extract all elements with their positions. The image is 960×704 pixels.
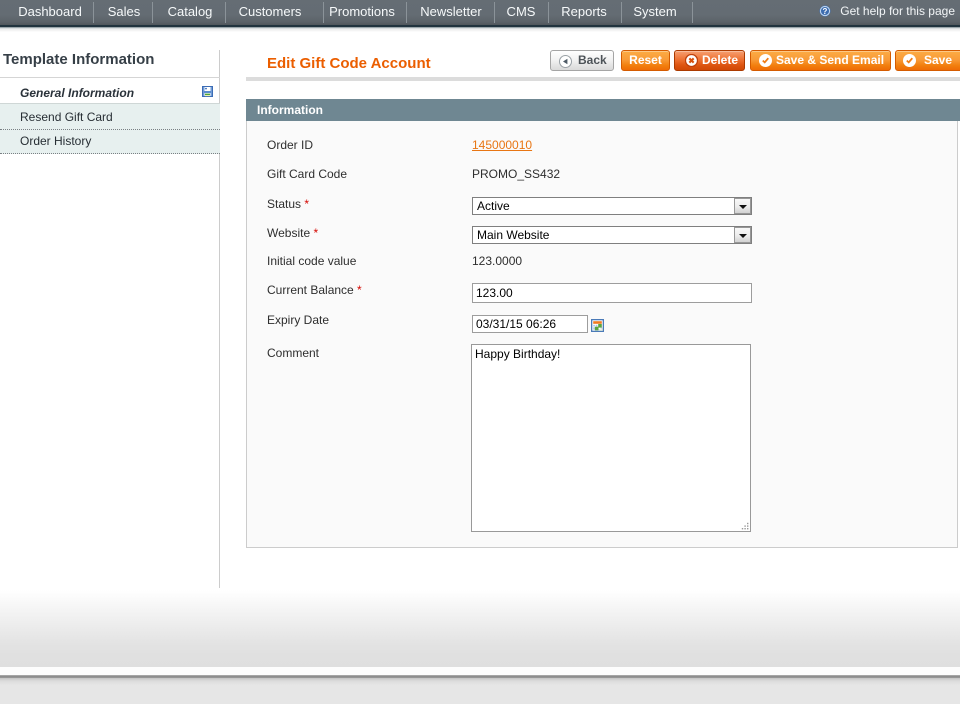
svg-text:?: ? xyxy=(823,7,828,16)
